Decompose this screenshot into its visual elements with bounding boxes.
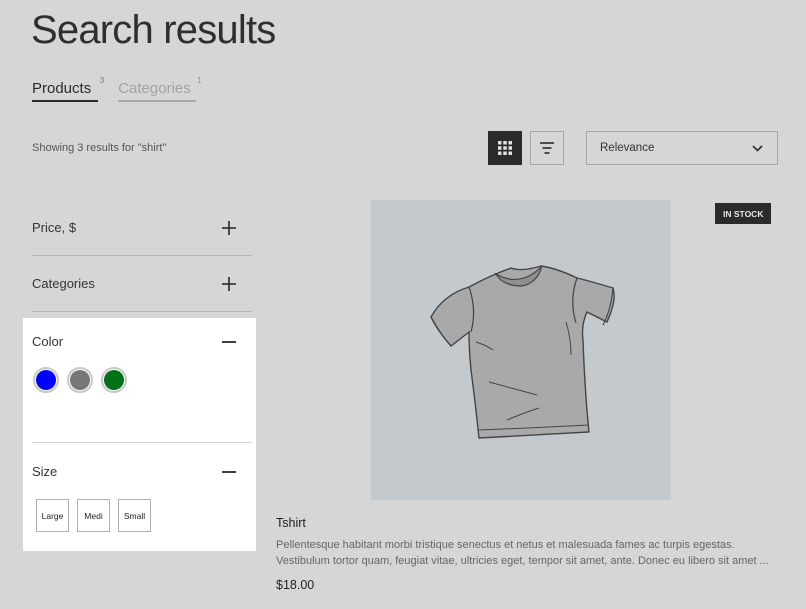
sort-select[interactable]: Relevance bbox=[586, 131, 778, 165]
tab-products-label: Products bbox=[32, 80, 92, 97]
color-swatches bbox=[33, 367, 252, 393]
grid-icon bbox=[498, 141, 512, 155]
tab-categories-label: Categories bbox=[118, 80, 191, 97]
filter-color: Color bbox=[32, 334, 252, 393]
minus-icon bbox=[222, 470, 236, 473]
sort-selected-value: Relevance bbox=[600, 142, 655, 154]
filter-categories-label: Categories bbox=[32, 276, 95, 291]
tab-products-count: 3 bbox=[99, 76, 105, 85]
plus-icon bbox=[222, 276, 236, 291]
minus-icon bbox=[222, 340, 236, 343]
filter-divider bbox=[32, 442, 252, 443]
list-view-button[interactable] bbox=[530, 131, 564, 165]
filter-size-header[interactable]: Size bbox=[32, 464, 252, 479]
tab-categories[interactable]: Categories 1 bbox=[118, 76, 202, 102]
color-swatch-blue[interactable] bbox=[33, 367, 59, 393]
size-option-medium[interactable]: Medi bbox=[77, 499, 110, 532]
tab-categories-count: 1 bbox=[197, 76, 202, 85]
filter-categories-header[interactable]: Categories bbox=[32, 256, 252, 312]
grid-view-button[interactable] bbox=[488, 131, 522, 165]
filter-size: Size Large Medi Small bbox=[32, 464, 252, 532]
color-swatch-gray[interactable] bbox=[67, 367, 93, 393]
plus-icon bbox=[222, 220, 236, 235]
filter-color-label: Color bbox=[32, 334, 64, 349]
filters-sidebar: Price, $ Categories bbox=[32, 200, 252, 312]
filter-lines-icon bbox=[540, 142, 554, 154]
filter-price-header[interactable]: Price, $ bbox=[32, 200, 252, 256]
product-description: Pellentesque habitant morbi tristique se… bbox=[276, 539, 769, 567]
product-price: $18.00 bbox=[276, 578, 315, 592]
size-options: Large Medi Small bbox=[36, 499, 252, 532]
tshirt-illustration bbox=[430, 265, 615, 439]
size-option-small[interactable]: Small bbox=[118, 499, 151, 532]
filter-panel-expanded: Color Size Large Medi Small bbox=[23, 318, 256, 551]
filter-color-header[interactable]: Color bbox=[32, 334, 252, 349]
product-name[interactable]: Tshirt bbox=[276, 516, 306, 530]
page-title: Search results bbox=[31, 8, 276, 52]
result-tabs: Products 3 Categories 1 bbox=[32, 76, 202, 102]
stock-badge: IN STOCK bbox=[715, 203, 772, 224]
tab-products[interactable]: Products 3 bbox=[32, 76, 104, 102]
filter-price-label: Price, $ bbox=[32, 220, 77, 235]
filter-size-label: Size bbox=[32, 464, 58, 479]
results-summary: Showing 3 results for "shirt" bbox=[32, 142, 167, 154]
chevron-down-icon bbox=[752, 144, 763, 152]
color-swatch-green[interactable] bbox=[101, 367, 127, 393]
size-option-large[interactable]: Large bbox=[36, 499, 69, 532]
product-image[interactable] bbox=[371, 200, 671, 500]
